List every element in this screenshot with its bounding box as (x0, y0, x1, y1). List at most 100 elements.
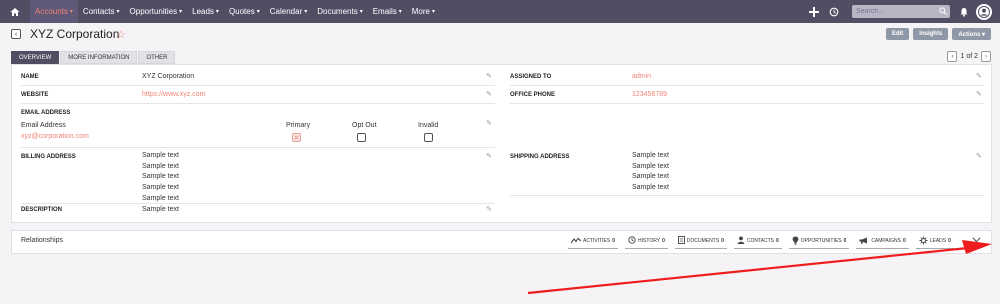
user-avatar-icon[interactable] (976, 3, 992, 20)
nav-item-quotes[interactable]: Quotes ▾ (224, 0, 265, 23)
edit-pencil-icon[interactable]: ✎ (486, 205, 492, 213)
shipping-address-line: Sample text (632, 173, 669, 180)
nav-item-label: Opportunities (129, 7, 178, 16)
assigned-to-label: ASSIGNED TO (510, 74, 552, 80)
home-icon[interactable] (0, 0, 30, 23)
plus-icon[interactable] (806, 4, 822, 20)
notifications-bell-icon[interactable] (956, 4, 972, 20)
history-icon (628, 236, 636, 246)
primary-label: Primary (286, 122, 311, 129)
nav-item-opportunities[interactable]: Opportunities ▾ (125, 0, 188, 23)
caret-down-icon: ▾ (116, 9, 120, 15)
insights-button[interactable]: Insights (913, 28, 949, 40)
nav-item-contacts[interactable]: Contacts ▾ (78, 0, 125, 23)
description-value: Sample text (142, 206, 179, 213)
detail-tabs: OVERVIEW MORE INFORMATION OTHER (11, 51, 176, 64)
nav-item-leads[interactable]: Leads ▾ (187, 0, 224, 23)
chevron-down-icon[interactable] (972, 237, 981, 245)
relationship-tab-contacts[interactable]: CONTACTS 0 (733, 234, 782, 249)
shipping-address-label: SHIPPING ADDRESS (510, 154, 570, 160)
edit-pencil-icon[interactable]: ✎ (976, 72, 982, 80)
favorite-star-icon[interactable]: ☆ (116, 28, 126, 41)
relationship-tab-count: 0 (902, 238, 906, 244)
tab-overview[interactable]: OVERVIEW (11, 51, 60, 64)
search-input[interactable] (852, 5, 936, 18)
relationship-tab-label: ACTIVITIES (583, 238, 611, 244)
nav-item-label: Leads (192, 7, 214, 16)
invalid-checkbox[interactable] (424, 133, 433, 142)
top-navbar: Accounts ▾ Contacts ▾ Opportunities ▾ Leads ▾ Qu… (0, 0, 1000, 23)
nav-item-label: Emails (372, 7, 397, 16)
edit-pencil-icon[interactable]: ✎ (486, 72, 492, 80)
relationship-tab-label: LEADS (929, 238, 947, 244)
edit-pencil-icon[interactable]: ✎ (976, 152, 982, 160)
caret-down-icon: ▾ (359, 9, 363, 15)
next-record-button[interactable]: › (981, 51, 991, 62)
edit-pencil-icon[interactable]: ✎ (486, 90, 492, 98)
nav-item-documents[interactable]: Documents ▾ (312, 0, 367, 23)
edit-button[interactable]: Edit (885, 28, 910, 40)
email-column-label: Email Address (21, 122, 66, 129)
back-button[interactable]: ‹ (11, 29, 21, 39)
tab-other[interactable]: OTHER (138, 51, 176, 64)
office-phone-value[interactable]: 123456789 (632, 91, 667, 98)
divider (21, 203, 495, 204)
website-value[interactable]: https://www.xyz.com (142, 91, 205, 98)
relationship-tab-leads[interactable]: LEADS 0 (915, 234, 954, 249)
edit-pencil-icon[interactable]: ✎ (486, 152, 492, 160)
nav-item-more[interactable]: More ▾ (407, 0, 440, 23)
relationship-tab-label: CAMPAIGNS (871, 238, 901, 244)
leads-icon (919, 236, 928, 247)
global-search[interactable] (852, 5, 950, 18)
recent-history-icon[interactable] (826, 4, 842, 20)
edit-pencil-icon[interactable]: ✎ (976, 90, 982, 98)
nav-item-label: More (411, 7, 430, 16)
relationship-tab-opportunities[interactable]: OPPORTUNITIES 0 (788, 234, 850, 249)
billing-address-line: Sample text (142, 173, 179, 180)
caret-down-icon: ▾ (431, 9, 435, 15)
email-value[interactable]: xyz@corporation.com (21, 133, 89, 140)
office-phone-label: OFFICE PHONE (510, 92, 556, 98)
assigned-to-value[interactable]: admin (632, 73, 651, 80)
nav-item-accounts[interactable]: Accounts ▾ (30, 0, 78, 23)
billing-address-label: BILLING ADDRESS (21, 154, 76, 160)
divider (510, 85, 984, 86)
relationship-tab-documents[interactable]: DOCUMENTS 0 (674, 234, 727, 249)
tab-more-information[interactable]: MORE INFORMATION (60, 51, 138, 64)
shipping-address-line: Sample text (632, 152, 669, 159)
page-title: XYZ Corporation (30, 27, 120, 41)
billing-address-line: Sample text (142, 184, 179, 191)
relationship-tabs: ACTIVITIES 0 HISTORY 0 DOCUMENTS 0 CONTA… (568, 234, 954, 249)
opt-out-label: Opt Out (352, 122, 377, 129)
billing-address-line: Sample text (142, 195, 179, 202)
search-icon[interactable] (939, 7, 947, 17)
relationship-tab-history[interactable]: HISTORY 0 (625, 234, 668, 249)
actions-dropdown-button[interactable]: Actions ▾ (952, 28, 991, 40)
relationship-tab-activities[interactable]: ACTIVITIES 0 (568, 234, 619, 249)
previous-record-button[interactable]: ‹ (947, 51, 958, 62)
documents-icon (677, 236, 685, 246)
caret-down-icon: ▾ (69, 9, 73, 15)
email-address-label: EMAIL ADDRESS (21, 110, 71, 116)
relationship-tab-label: OPPORTUNITIES (800, 238, 842, 244)
primary-checkbox[interactable] (292, 133, 301, 142)
relationship-tab-count: 0 (721, 238, 724, 244)
nav-item-emails[interactable]: Emails ▾ (368, 0, 407, 23)
relationships-panel: Relationships ACTIVITIES 0 HISTORY 0 DOC… (11, 230, 992, 254)
relationship-tab-campaigns[interactable]: CAMPAIGNS 0 (856, 234, 909, 249)
caret-down-icon: ▾ (215, 9, 219, 15)
activities-icon (570, 237, 582, 246)
name-value: XYZ Corporation (142, 73, 195, 80)
shipping-address-line: Sample text (632, 163, 669, 170)
caret-down-icon: ▾ (398, 9, 402, 15)
nav-item-label: Documents (317, 7, 358, 16)
detail-panel: NAME XYZ Corporation ✎ ASSIGNED TO admin… (11, 64, 992, 223)
main-menu: Accounts ▾ Contacts ▾ Opportunities ▾ Leads ▾ Qu… (30, 0, 440, 23)
opt-out-checkbox[interactable] (357, 133, 366, 142)
edit-pencil-icon[interactable]: ✎ (486, 119, 492, 127)
relationship-tab-label: DOCUMENTS (686, 238, 720, 244)
header-actions: Edit Insights Actions ▾ (885, 28, 991, 40)
relationship-tab-label: HISTORY (638, 238, 661, 244)
record-pager: ‹ 1 of 2 › (947, 51, 991, 62)
nav-item-calendar[interactable]: Calendar ▾ (265, 0, 312, 23)
